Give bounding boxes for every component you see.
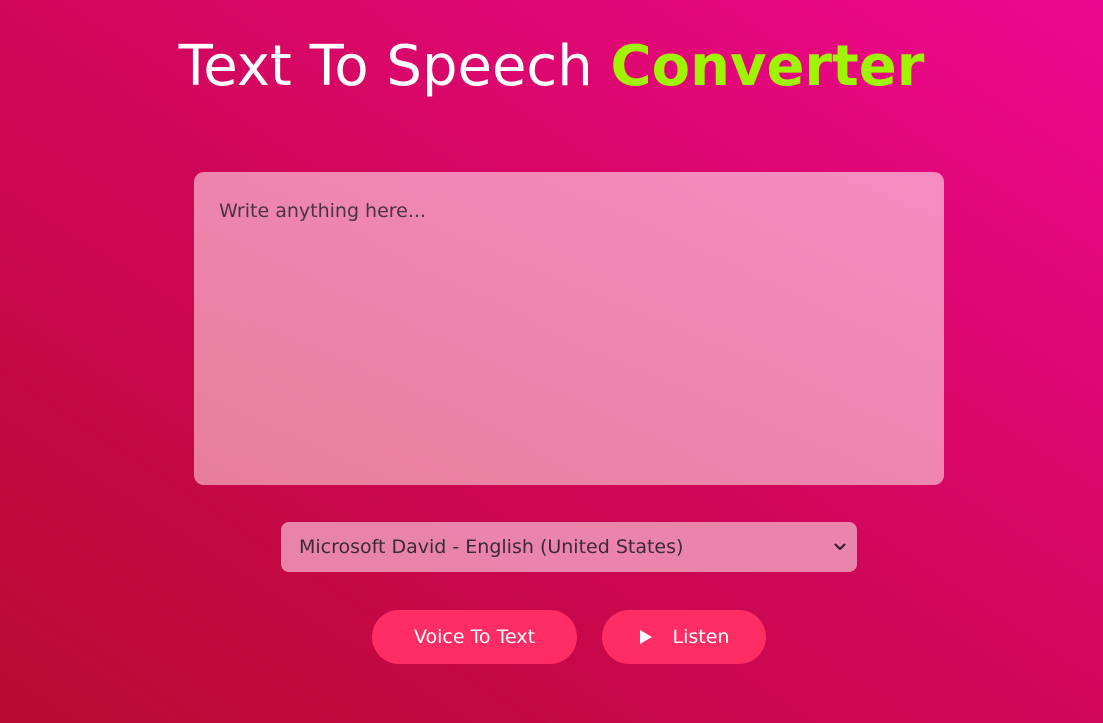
title-accent: Converter <box>610 34 925 99</box>
listen-label: Listen <box>672 626 730 648</box>
chevron-down-icon <box>833 540 847 554</box>
text-input-container <box>194 172 944 485</box>
page-title: Text To Speech Converter <box>0 34 1103 100</box>
voice-select-value: Microsoft David - English (United States… <box>299 536 684 558</box>
listen-button[interactable]: Listen <box>602 610 766 664</box>
voice-select[interactable]: Microsoft David - English (United States… <box>281 522 857 572</box>
text-input[interactable] <box>194 172 944 485</box>
voice-to-text-label: Voice To Text <box>413 626 536 648</box>
voice-to-text-button[interactable]: Voice To Text <box>372 610 577 664</box>
title-main: Text To Speech <box>178 34 611 99</box>
play-icon <box>639 629 655 645</box>
